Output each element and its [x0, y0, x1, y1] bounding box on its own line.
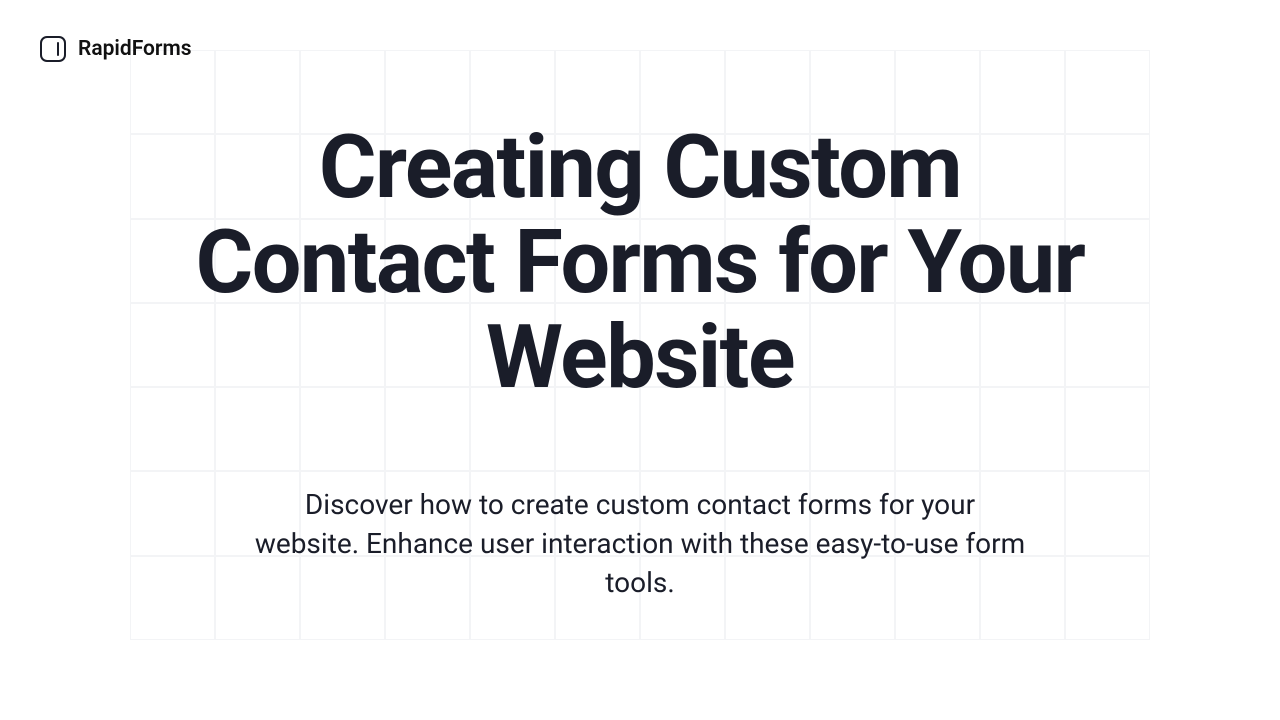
page-title: Creating Custom Contact Forms for Your W… — [160, 120, 1120, 405]
hero-content: Creating Custom Contact Forms for Your W… — [160, 120, 1120, 603]
brand-name: RapidForms — [78, 37, 192, 61]
page-subtitle: Discover how to create custom contact fo… — [250, 485, 1030, 603]
logo-icon — [40, 36, 66, 62]
site-header: RapidForms — [40, 36, 192, 62]
